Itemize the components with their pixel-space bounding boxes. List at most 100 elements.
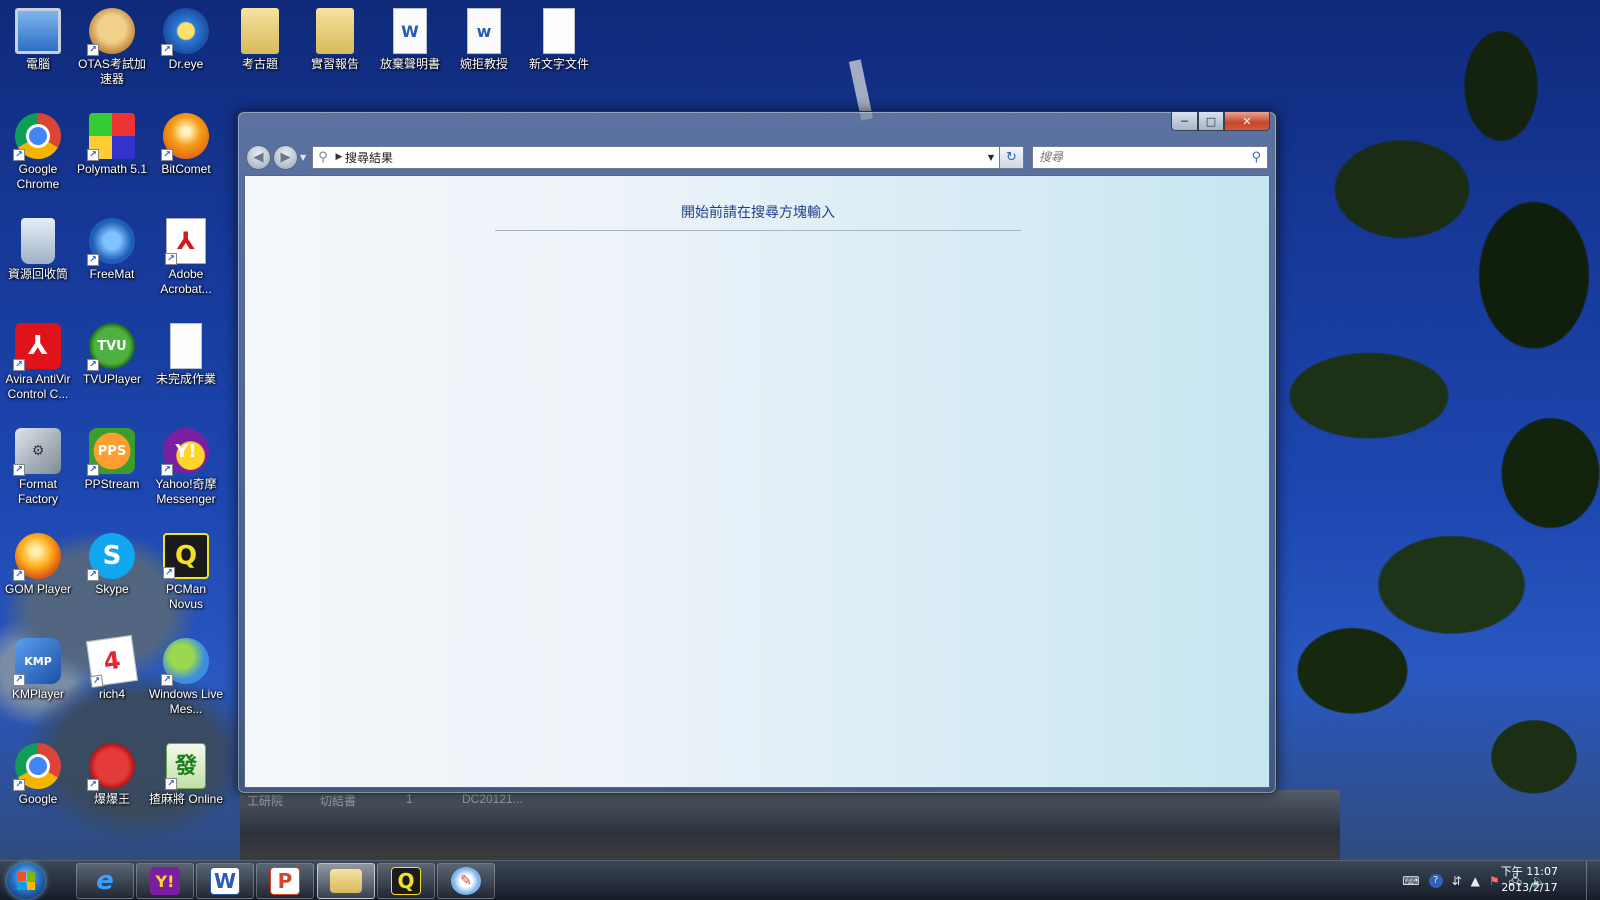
breadcrumb-search-results[interactable]: 搜尋結果 (345, 149, 983, 166)
system-clock[interactable]: 下午 11:07 2013/2/17 (1501, 864, 1558, 896)
dreye-icon: ↗ (161, 8, 209, 56)
taskbar-pcman[interactable]: Q (377, 863, 435, 899)
folder-icon (241, 8, 279, 54)
desktop-icon-fangqi[interactable]: W 放棄聲明書 (372, 8, 448, 72)
search-box[interactable]: ⚲ (1032, 145, 1268, 169)
taskbar-presentation-app[interactable]: P (256, 863, 314, 899)
desktop-icon-gom-player[interactable]: ↗ GOM Player (0, 533, 76, 597)
search-hint: 開始前請在搜尋方塊輸入 (495, 202, 1021, 231)
windows-logo-icon (17, 872, 35, 890)
clock-time: 下午 11:07 (1500, 865, 1558, 878)
help-icon[interactable]: ? (1428, 874, 1443, 888)
search-icon[interactable]: ⚲ (1251, 150, 1261, 165)
forward-arrow-icon: ▶ (280, 149, 291, 165)
pcman-icon: Q ↗ (163, 533, 209, 579)
desktop-icon-ppstream[interactable]: PPS ↗ PPStream (74, 428, 150, 492)
desktop-icon-yahoo-messenger[interactable]: Y! ↗ Yahoo!奇摩 Messenger (148, 428, 224, 507)
desktop-icon-freemat[interactable]: ↗ FreeMat (74, 218, 150, 282)
results-pane[interactable]: 開始前請在搜尋方塊輸入 (244, 175, 1270, 788)
gom-player-icon: ↗ (13, 533, 61, 581)
desktop-icon-chrome[interactable]: ↗ Google Chrome (0, 113, 76, 192)
live-messenger-icon: ↗ (161, 638, 209, 686)
hidden-desktop-label: 切結書 (320, 794, 357, 808)
back-button[interactable]: ◀ (246, 144, 271, 170)
tvu-icon: TVU ↗ (87, 323, 135, 371)
rich4-icon: 4 ↗ (86, 635, 138, 689)
desktop-icon-label: Yahoo!奇摩 Messenger (155, 477, 217, 506)
desktop-icon-recycle-bin[interactable]: 資源回收筒 (0, 218, 76, 282)
paint-palette-icon: ✎ (451, 867, 481, 895)
maximize-button[interactable]: □ (1198, 112, 1224, 131)
skype-icon: S ↗ (87, 533, 135, 581)
taskbar-paint[interactable]: ✎ (437, 863, 495, 899)
desktop-icon-google[interactable]: ↗ Google (0, 743, 76, 807)
desktop-icon-label: OTAS考試加速器 (78, 57, 146, 86)
desktop-icon-skype[interactable]: S ↗ Skype (74, 533, 150, 597)
desktop-icon-rich4[interactable]: 4 ↗ rich4 (74, 635, 150, 702)
chrome-icon: ↗ (13, 743, 61, 791)
yahoo-messenger-icon: Y! (150, 867, 180, 895)
desktop-icon-label: PPStream (84, 477, 140, 491)
bnb-icon: ↗ (87, 743, 135, 791)
refresh-button[interactable]: ↻ (1000, 145, 1024, 169)
desktop-icon-dreye[interactable]: ↗ Dr.eye (148, 8, 224, 72)
desktop-icon-label: 資源回收筒 (7, 267, 68, 281)
yahoo-messenger-icon: Y! ↗ (161, 428, 209, 476)
desktop-icon-computer[interactable]: 電腦 (0, 8, 76, 72)
address-dropdown-icon[interactable]: ▼ (983, 153, 999, 162)
action-center-flag-icon[interactable]: ⚑ (1489, 874, 1500, 888)
desktop-icon-pcman[interactable]: Q ↗ PCMan Novus (148, 533, 224, 612)
format-factory-icon: ⚙ ↗ (13, 428, 61, 476)
taskbar-yahoo-messenger[interactable]: Y! (136, 863, 194, 899)
desktop-icon-bitcomet[interactable]: ↗ BitComet (148, 113, 224, 177)
desktop-icon-label: PCMan Novus (165, 582, 206, 611)
search-results-window[interactable]: ─ □ ✕ ◀ ▶ ▼ ⚲ ▶ 搜尋結果 ▼ ↻ ⚲ 開始前請在搜尋方塊輸入 (237, 111, 1277, 794)
desktop-icon-shixi[interactable]: 實習報告 (297, 8, 373, 72)
desktop-icon-polymath[interactable]: ↗ Polymath 5.1 (74, 113, 150, 177)
desktop-icon-tvuplayer[interactable]: TVU ↗ TVUPlayer (74, 323, 150, 387)
close-button[interactable]: ✕ (1224, 112, 1270, 131)
keyboard-icon[interactable]: ⌨ (1402, 874, 1419, 888)
start-button[interactable] (7, 863, 45, 899)
show-desktop-button[interactable] (1586, 861, 1600, 900)
desktop-icon-kmplayer[interactable]: KMP ↗ KMPlayer (0, 638, 76, 702)
desktop-icon-mahjong[interactable]: 發 ↗ 揸麻將 Online (148, 743, 224, 807)
search-input[interactable] (1039, 150, 1252, 164)
desktop-icon-live-messenger[interactable]: ↗ Windows Live Mes... (148, 638, 224, 717)
language-icon[interactable]: ⇵ (1452, 874, 1462, 888)
desktop-icon-label: Dr.eye (168, 57, 204, 71)
breadcrumb-separator-icon[interactable]: ▶ (333, 152, 345, 162)
pdf-icon: ⅄ ↗ (165, 218, 206, 265)
desktop-icon-unfinished[interactable]: 未完成作業 (148, 323, 224, 387)
desktop-icon-label: 考古題 (241, 57, 278, 71)
desktop-icon-new-text[interactable]: 新文字文件 (521, 8, 597, 72)
desktop-icon-bnb[interactable]: ↗ 爆爆王 (74, 743, 150, 807)
taskbar-internet-explorer[interactable]: e (76, 863, 134, 899)
show-hidden-icons-icon[interactable]: ▲ (1471, 874, 1480, 888)
taskbar-word[interactable]: W (196, 863, 254, 899)
desktop-icon-label: KMPlayer (11, 687, 64, 701)
minimize-button[interactable]: ─ (1171, 112, 1198, 131)
refresh-icon: ↻ (1006, 149, 1017, 165)
desktop-icon-kaogu[interactable]: 考古題 (222, 8, 298, 72)
desktop-icon-wanju[interactable]: w 婉拒教授 (446, 8, 522, 72)
desktop-icon-format-factory[interactable]: ⚙ ↗ Format Factory (0, 428, 76, 507)
ppstream-icon: PPS ↗ (87, 428, 135, 476)
address-bar[interactable]: ⚲ ▶ 搜尋結果 ▼ (312, 145, 1000, 169)
desktop-icon-acrobat[interactable]: ⅄ ↗ Adobe Acrobat... (148, 218, 224, 297)
folder-icon (316, 8, 354, 54)
text-document-icon (170, 323, 202, 369)
desktop-icon-label: 新文字文件 (528, 57, 589, 71)
bitcomet-icon: ↗ (161, 113, 209, 161)
desktop-icon-label: 放棄聲明書 (379, 57, 440, 71)
kmplayer-icon: KMP ↗ (13, 638, 61, 686)
mahjong-icon: 發 ↗ (165, 743, 206, 790)
recent-pages-dropdown[interactable]: ▼ (300, 153, 310, 162)
desktop-icon-label: 電腦 (25, 57, 50, 71)
hidden-desktop-label: DC20121... (462, 792, 523, 806)
forward-button[interactable]: ▶ (273, 144, 298, 170)
taskbar-windows-explorer[interactable] (317, 863, 375, 899)
desktop-icon-avira[interactable]: ⅄ ↗ Avira AntiVir Control C... (0, 323, 76, 402)
desktop-icon-otas[interactable]: ↗ OTAS考試加速器 (74, 8, 150, 87)
desktop-icon-label: Google (18, 792, 58, 806)
